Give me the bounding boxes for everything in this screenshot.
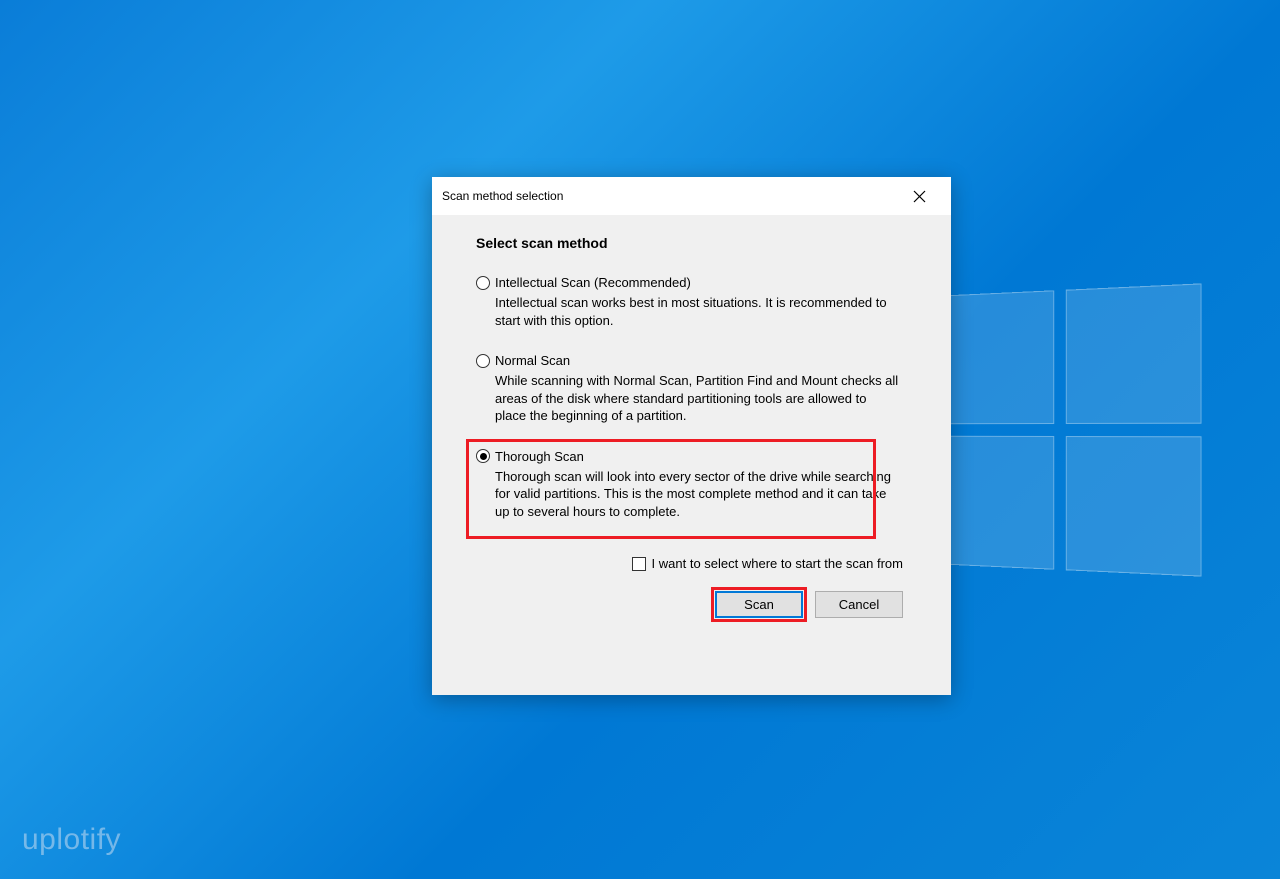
option-description: While scanning with Normal Scan, Partiti…: [495, 372, 911, 425]
radio-normal-scan[interactable]: [476, 354, 490, 368]
option-label[interactable]: Intellectual Scan (Recommended): [495, 275, 691, 290]
checkbox-row: I want to select where to start the scan…: [476, 556, 911, 571]
button-label: Cancel: [839, 597, 879, 612]
watermark-text: uplotify: [22, 823, 121, 857]
option-intellectual-scan: Intellectual Scan (Recommended) Intellec…: [476, 275, 911, 329]
checkbox-select-start[interactable]: [632, 557, 646, 571]
dialog-heading: Select scan method: [476, 235, 911, 251]
dialog-content: Select scan method Intellectual Scan (Re…: [432, 215, 951, 695]
button-label: Scan: [744, 597, 774, 612]
checkbox-label[interactable]: I want to select where to start the scan…: [652, 556, 903, 571]
button-row: Scan Cancel: [476, 591, 911, 618]
scan-button[interactable]: Scan: [715, 591, 803, 618]
option-label[interactable]: Thorough Scan: [495, 449, 584, 464]
window-title: Scan method selection: [442, 189, 563, 203]
option-thorough-scan: Thorough Scan Thorough scan will look in…: [476, 449, 911, 521]
close-button[interactable]: [899, 181, 939, 211]
option-description: Intellectual scan works best in most sit…: [495, 294, 911, 329]
windows-logo-background: [931, 283, 1202, 576]
radio-thorough-scan[interactable]: [476, 449, 490, 463]
close-icon: [913, 190, 926, 203]
option-normal-scan: Normal Scan While scanning with Normal S…: [476, 353, 911, 425]
option-description: Thorough scan will look into every secto…: [495, 468, 911, 521]
titlebar: Scan method selection: [432, 177, 951, 215]
radio-intellectual-scan[interactable]: [476, 276, 490, 290]
scan-method-dialog: Scan method selection Select scan method…: [432, 177, 951, 695]
cancel-button[interactable]: Cancel: [815, 591, 903, 618]
option-label[interactable]: Normal Scan: [495, 353, 570, 368]
